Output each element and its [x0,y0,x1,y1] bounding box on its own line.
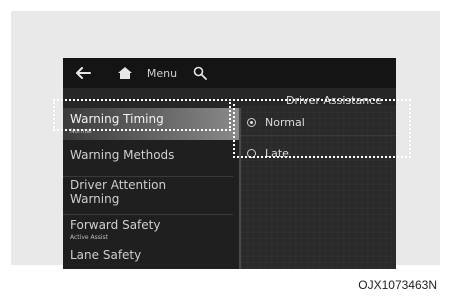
list-divider [63,214,233,215]
menu-item-label: Lane Safety [70,248,142,262]
search-icon[interactable] [191,58,209,88]
menu-item-label-line2: Warning [70,192,120,206]
list-divider [63,176,233,177]
highlight-box-warning-timing [53,99,231,131]
menu-item-label: Warning Methods [70,148,175,162]
menu-item-label: Forward Safety [70,218,161,232]
menu-item-forward-safety[interactable]: Forward Safety Active Assist [63,218,239,246]
menu-item-lane-safety[interactable]: Lane Safety [63,248,239,268]
menu-item-warning-methods[interactable]: Warning Methods [63,146,239,176]
infotainment-screen: Menu Driver Assistance Warning Timing No… [63,58,396,269]
back-arrow-icon[interactable] [73,58,93,88]
menu-item-label: Driver Attention [70,178,167,192]
home-icon[interactable] [115,58,135,88]
settings-menu-list: Warning Timing Normal Warning Methods Dr… [63,108,239,269]
figure-code: OJX1073463N [358,278,437,292]
figure-frame: Menu Driver Assistance Warning Timing No… [11,11,440,269]
menu-item-value: Active Assist [70,234,108,241]
top-bar: Menu [63,58,396,88]
highlight-box-options [233,99,411,158]
menu-item-driver-attention-warning[interactable]: Driver Attention Warning [63,178,239,216]
menu-button[interactable]: Menu [145,58,179,88]
